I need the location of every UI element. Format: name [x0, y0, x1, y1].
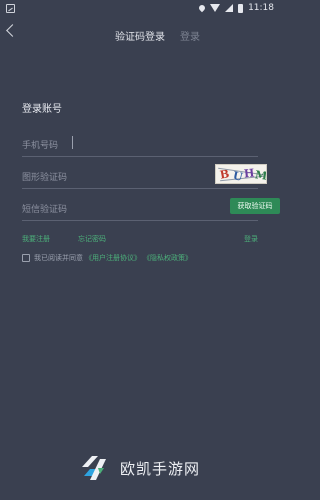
brand-watermark: 欧凯手游网 — [78, 453, 200, 483]
get-code-button[interactable]: 获取验证码 — [230, 198, 280, 214]
sms-label: 短信验证码 — [22, 205, 68, 215]
user-agreement-link[interactable]: 《用户注册协议》 — [85, 253, 141, 263]
wifi-icon — [210, 4, 221, 12]
header: 验证码登录 登录 — [0, 22, 280, 48]
battery-icon — [238, 3, 244, 13]
status-icons: 11:18 — [197, 3, 274, 13]
login-link[interactable]: 登录 — [244, 234, 258, 244]
register-link[interactable]: 我要注册 — [22, 234, 50, 244]
agreement-text: 我已阅读并同意 — [34, 254, 83, 262]
page-title: 验证码登录 — [115, 32, 165, 43]
captcha-char: B — [218, 167, 231, 182]
sms-code-field[interactable]: 短信验证码 获取验证码 — [22, 196, 280, 221]
captcha-char: H — [243, 166, 256, 181]
captcha-label: 图形验证码 — [22, 173, 68, 183]
captcha-char: U — [231, 169, 244, 184]
phone-label: 手机号码 — [22, 141, 59, 151]
status-bar: 11:18 — [0, 0, 280, 18]
text-cursor — [72, 136, 73, 149]
captcha-char: M — [254, 168, 267, 183]
signal-icon — [225, 4, 234, 12]
brand-logo-icon — [78, 453, 110, 483]
status-time: 11:18 — [248, 3, 274, 13]
section-title: 登录账号 — [22, 104, 62, 115]
forgot-password-link[interactable]: 忘记密码 — [78, 234, 106, 244]
brand-name: 欧凯手游网 — [120, 459, 201, 478]
agreement-row: 我已阅读并同意 《用户注册协议》 《隐私权政策》 — [22, 252, 192, 264]
privacy-policy-link[interactable]: 《隐私权政策》 — [143, 253, 192, 263]
captcha-field[interactable]: 图形验证码 B U H M — [22, 164, 267, 189]
back-icon[interactable] — [6, 24, 19, 37]
captcha-image[interactable]: B U H M — [215, 164, 267, 184]
tab-password-login[interactable]: 登录 — [180, 28, 200, 43]
phone-field[interactable]: 手机号码 — [22, 132, 258, 157]
gallery-icon — [6, 4, 15, 13]
location-icon — [197, 3, 207, 13]
link-row: 我要注册 忘记密码 登录 — [22, 234, 258, 246]
agreement-checkbox[interactable] — [22, 254, 30, 262]
